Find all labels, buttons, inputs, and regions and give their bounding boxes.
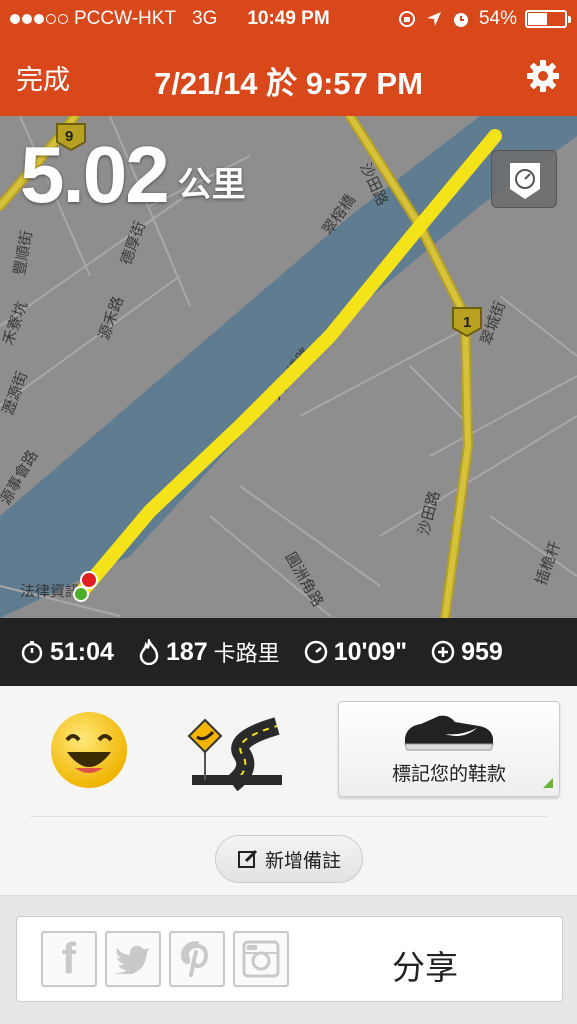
pace-gauge-icon — [304, 640, 327, 664]
share-section: f 分享 — [0, 896, 577, 1024]
add-note-label: 新增備註 — [264, 850, 341, 872]
stopwatch-icon — [21, 641, 43, 664]
route-end-marker — [80, 571, 98, 589]
nikefuel-icon — [431, 640, 455, 664]
facebook-icon[interactable]: f — [41, 931, 97, 987]
route-1-number: 1 — [463, 314, 471, 331]
tag-shoes-button[interactable]: 標記您的鞋款 — [338, 701, 560, 797]
add-note-button[interactable]: 新增備註 — [215, 835, 363, 883]
distance-unit: 公里 — [177, 166, 246, 204]
calories-stat: 187 卡路里 — [138, 636, 280, 668]
facebook-glyph: f — [61, 934, 77, 983]
fuel-stat: 959 — [431, 638, 503, 667]
carrier-name: PCCW-HKT — [74, 8, 177, 29]
share-button[interactable]: f 分享 — [16, 916, 563, 1002]
run-stats-bar: 51:04 187 卡路里 10'09" 959 — [0, 618, 577, 686]
calories-unit: 卡路里 — [213, 641, 280, 666]
tag-shoes-label: 標記您的鞋款 — [391, 764, 506, 785]
duration-stat: 51:04 — [20, 638, 114, 667]
done-button[interactable]: 完成 — [16, 58, 70, 97]
run-datetime-title: 7/21/14 於 9:57 PM — [154, 66, 423, 101]
route-start-marker — [73, 586, 89, 602]
distance-value: 5.02 — [20, 130, 170, 219]
navigation-bar: 完成 7/21/14 於 9:57 PM — [0, 38, 577, 116]
battery-percentage: 54% — [478, 8, 517, 29]
edit-note-icon — [237, 849, 258, 868]
pace-stat: 10'09" — [304, 638, 407, 667]
corner-indicator-icon — [543, 778, 553, 788]
speedometer-icon — [510, 163, 540, 199]
status-bar: PCCW-HKT 3G 10:49 PM 54% — [0, 0, 577, 38]
instagram-icon[interactable] — [233, 931, 289, 987]
gear-icon[interactable] — [523, 56, 563, 96]
run-feedback-section: 標記您的鞋款 新增備註 — [0, 686, 577, 896]
location-arrow-icon — [426, 12, 441, 26]
flame-icon — [139, 639, 159, 665]
battery-fill — [528, 13, 548, 25]
running-shoe-icon — [404, 715, 494, 751]
road-terrain-icon[interactable] — [182, 714, 292, 794]
calories-value: 187 — [165, 637, 208, 666]
duration-value: 51:04 — [50, 637, 114, 666]
pace-value: 10'09" — [333, 637, 408, 666]
divider — [30, 816, 547, 817]
signal-strength-icon — [10, 14, 68, 24]
pinterest-icon[interactable] — [169, 931, 225, 987]
network-type: 3G — [192, 8, 218, 29]
share-label: 分享 — [392, 949, 458, 986]
rotation-lock-icon — [398, 11, 415, 27]
street-label: 法律資訊 — [20, 583, 80, 600]
twitter-icon[interactable] — [105, 931, 161, 987]
fuel-value: 959 — [461, 637, 503, 666]
distance-readout: 5.02 公里 — [20, 130, 246, 219]
alarm-icon — [453, 13, 468, 27]
map-overlay-toggle-button[interactable] — [491, 150, 557, 208]
battery-icon — [525, 10, 571, 28]
mood-smiley-icon[interactable] — [45, 706, 135, 796]
route-map[interactable]: 9 1 沙田路 沙田路 豐順街 德厚街 禾寮坑 源禾路 瀝源街 圓洲角路 大涌橋… — [0, 116, 577, 618]
